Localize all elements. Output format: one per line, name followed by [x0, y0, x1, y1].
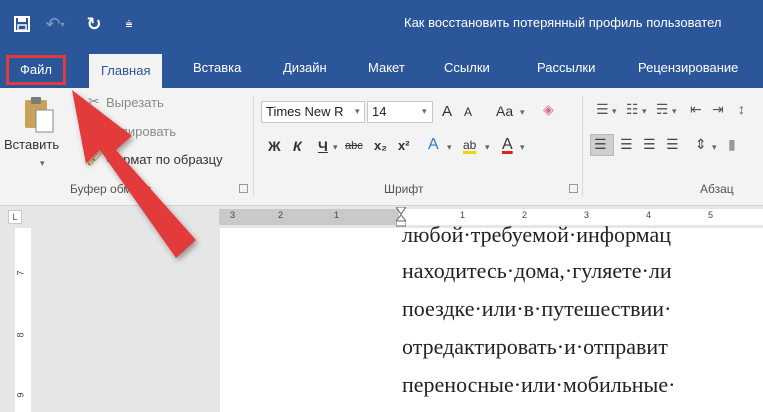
undo-icon[interactable]: ↶ ▾: [42, 12, 68, 36]
align-center-icon[interactable]: ☰: [620, 136, 633, 153]
numbering-dropdown-icon[interactable]: ▾: [642, 106, 647, 117]
clipboard-group-label: Буфер обмена: [70, 182, 152, 196]
text-effects-button[interactable]: A: [428, 136, 439, 154]
font-color-button[interactable]: A: [502, 136, 513, 154]
shrink-font-button[interactable]: A: [464, 105, 472, 119]
tab-review[interactable]: Рецензирование: [638, 48, 738, 88]
tab-references[interactable]: Ссылки: [444, 48, 490, 88]
format-painter-button[interactable]: Формат по образцу: [106, 152, 223, 167]
save-icon[interactable]: [10, 12, 34, 36]
highlight-button[interactable]: ab: [463, 138, 476, 152]
change-case-dropdown-icon[interactable]: ▾: [520, 107, 525, 118]
tab-file[interactable]: Файл: [6, 55, 66, 85]
tab-home[interactable]: Главная: [89, 54, 163, 88]
superscript-button[interactable]: x²: [398, 138, 410, 153]
ribbon-tabs: Главная Вставка Дизайн Макет Ссылки Расс…: [0, 48, 763, 88]
numbering-icon[interactable]: ☷: [626, 101, 639, 118]
cut-icon[interactable]: ✂: [88, 93, 100, 110]
tab-mailings[interactable]: Рассылки: [537, 48, 595, 88]
ruler-number: 2: [522, 210, 528, 220]
vertical-ruler-number: 9: [15, 392, 26, 398]
format-painter-icon[interactable]: 🖌: [86, 150, 104, 167]
increase-indent-icon[interactable]: ⇥: [712, 101, 724, 118]
copy-button[interactable]: Копировать: [106, 124, 176, 139]
underline-button[interactable]: Ч: [318, 138, 328, 154]
subscript-button[interactable]: x₂: [374, 138, 387, 153]
ruler-number: 3: [230, 210, 236, 220]
change-case-button[interactable]: Aa: [496, 103, 513, 119]
font-launcher-icon[interactable]: [569, 184, 578, 193]
ruler-number: 1: [460, 210, 466, 220]
ruler-number: 4: [646, 210, 652, 220]
ruler-number: 1: [334, 210, 340, 220]
group-separator: [253, 96, 254, 196]
line-spacing-icon[interactable]: ⇕: [695, 136, 707, 153]
strikethrough-button[interactable]: abc: [345, 140, 363, 152]
redo-icon[interactable]: ↻: [82, 12, 106, 36]
title-bar: ↶ ▾ ↻ ⩧ Как восстановить потерянный профи…: [0, 0, 763, 48]
copy-icon[interactable]: ⧉: [88, 122, 98, 139]
shading-icon[interactable]: ▮: [728, 136, 736, 153]
font-name-input[interactable]: Times New R: [261, 101, 365, 123]
group-separator: [582, 96, 583, 196]
document-line: находитесь·дома,·гуляете·ли: [402, 258, 672, 283]
align-left-icon[interactable]: ☰: [594, 136, 607, 153]
document-line: отредактировать·и·отправит: [402, 334, 668, 359]
customize-icon[interactable]: ⩧: [122, 12, 136, 36]
ribbon: Вставить ▾ ✂ Вырезать ⧉ Копировать 🖌 Фор…: [0, 88, 763, 206]
ruler-number: 5: [708, 210, 714, 220]
text-effects-dropdown-icon[interactable]: ▾: [447, 142, 452, 153]
window-title: Как восстановить потерянный профиль поль…: [404, 15, 722, 30]
tab-layout[interactable]: Макет: [368, 48, 405, 88]
font-color-dropdown-icon[interactable]: ▾: [520, 142, 525, 153]
multilevel-list-icon[interactable]: ☴: [656, 101, 669, 118]
tab-insert[interactable]: Вставка: [193, 48, 241, 88]
paste-icon[interactable]: [22, 94, 56, 134]
vertical-ruler-number: 7: [15, 270, 26, 276]
bold-button[interactable]: Ж: [268, 138, 281, 154]
tab-selector-icon[interactable]: L: [8, 210, 22, 224]
clipboard-launcher-icon[interactable]: [239, 184, 248, 193]
decrease-indent-icon[interactable]: ⇤: [690, 101, 702, 118]
paragraph-group-label: Абзац: [700, 182, 734, 196]
grow-font-button[interactable]: A: [442, 103, 452, 120]
justify-icon[interactable]: ☰: [666, 136, 679, 153]
bullets-dropdown-icon[interactable]: ▾: [612, 106, 617, 117]
document-line: поездке·или·в·путешествии·: [402, 296, 672, 321]
tab-design[interactable]: Дизайн: [283, 48, 327, 88]
underline-dropdown-icon[interactable]: ▾: [333, 142, 338, 153]
ruler-number: 2: [278, 210, 284, 220]
cut-button[interactable]: Вырезать: [106, 95, 164, 110]
vertical-ruler: [15, 228, 31, 412]
clear-formatting-icon[interactable]: ◈: [543, 101, 554, 118]
document-line: переносные·или·мобильные·: [402, 372, 676, 397]
highlight-dropdown-icon[interactable]: ▾: [485, 142, 490, 153]
vertical-ruler-number: 8: [15, 332, 26, 338]
ruler-number: 3: [584, 210, 590, 220]
multilevel-list-dropdown-icon[interactable]: ▾: [672, 106, 677, 117]
ruler-margin-area: [219, 209, 399, 225]
font-size-dropdown-icon[interactable]: ▾: [422, 106, 427, 117]
font-name-dropdown-icon[interactable]: ▾: [355, 106, 360, 117]
line-spacing-dropdown-icon[interactable]: ▾: [712, 142, 717, 153]
document-area: 7 8 9 любой·требуемой·информац находитес…: [0, 222, 763, 412]
sort-icon[interactable]: ↕: [738, 101, 745, 117]
bullets-icon[interactable]: ☰: [596, 101, 609, 118]
paste-dropdown-icon[interactable]: ▾: [40, 158, 45, 169]
align-right-icon[interactable]: ☰: [643, 136, 656, 153]
document-line: любой·требуемой·информац: [402, 222, 671, 247]
paste-button[interactable]: Вставить: [4, 137, 59, 152]
italic-button[interactable]: К: [293, 138, 302, 154]
font-group-label: Шрифт: [384, 182, 424, 196]
